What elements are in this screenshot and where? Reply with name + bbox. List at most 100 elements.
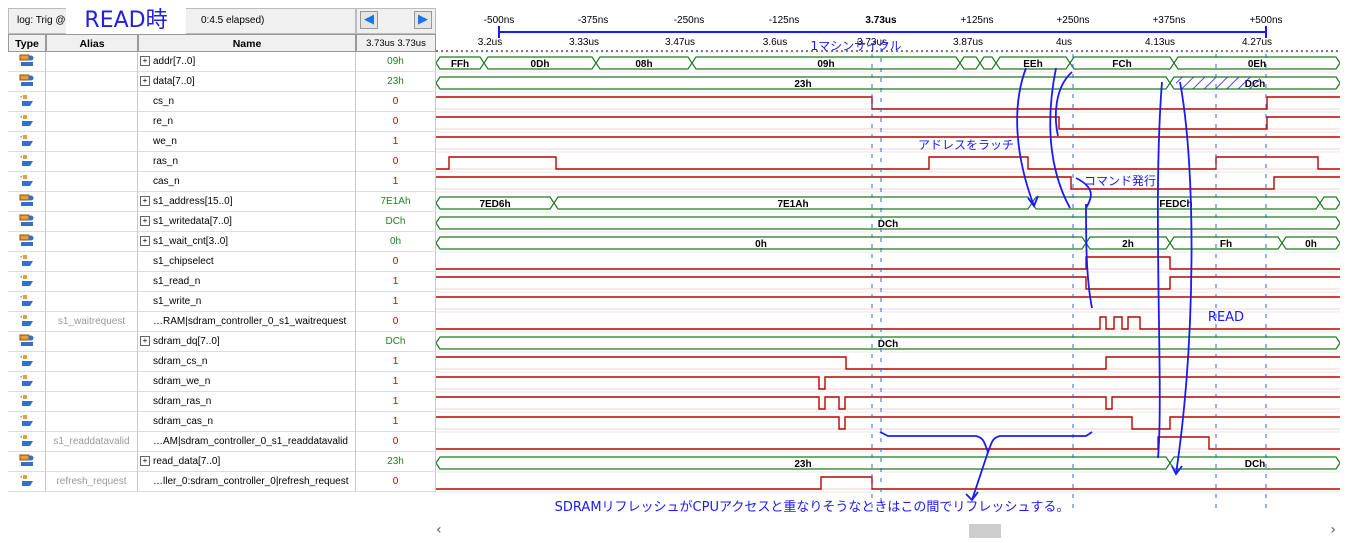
output-pin-icon: * (8, 392, 46, 412)
scroll-thumb[interactable] (969, 524, 1001, 538)
signal-name-label: …RAM|sdram_controller_0_s1_waitrequest (153, 316, 347, 327)
signal-name[interactable]: …ller_0:sdram_controller_0|refresh_reque… (138, 472, 356, 492)
expand-icon[interactable]: + (140, 216, 150, 227)
bus-value-label: FEDCh (1159, 199, 1192, 210)
waveform-pane[interactable]: -500ns -375ns -250ns -125ns 3.73us +125ns +250… (436, 8, 1340, 522)
register-bus-icon (8, 212, 46, 232)
signal-alias (46, 232, 138, 252)
signal-name-label: …AM|sdram_controller_0_s1_readdatavalid (153, 436, 348, 447)
scroll-right-icon[interactable]: › (1330, 522, 1336, 538)
expand-icon[interactable]: + (140, 236, 150, 247)
signal-name-label: s1_writedata[7..0] (153, 216, 232, 227)
time-ruler-relative-label: -125ns (769, 15, 800, 26)
signal-value: 0 (356, 252, 436, 272)
time-ruler-relative-label: +375ns (1152, 15, 1185, 26)
refresh-arrowhead (965, 491, 979, 502)
bus-value-label: 09h (817, 59, 834, 70)
signal-name[interactable]: cs_n (138, 92, 356, 112)
bit-waveform (436, 156, 1340, 170)
signal-name-label: s1_wait_cnt[3..0] (153, 236, 229, 247)
signal-name[interactable]: re_n (138, 112, 356, 132)
signal-name[interactable]: + read_data[7..0] (138, 452, 356, 472)
expand-icon[interactable]: + (140, 456, 150, 467)
signal-name[interactable]: sdram_ras_n (138, 392, 356, 412)
arrow-left-icon[interactable]: ◀ (360, 11, 378, 29)
signal-name[interactable]: ras_n (138, 152, 356, 172)
signal-name[interactable]: cas_n (138, 172, 356, 192)
output-pin-icon: * (8, 292, 46, 312)
time-ruler-absolute-label: 4.13us (1145, 37, 1175, 48)
bit-waveform (436, 416, 1340, 430)
output-pin-icon: * (8, 252, 46, 272)
col-alias-header[interactable]: Alias (46, 34, 138, 52)
col-name-header[interactable]: Name (138, 34, 356, 52)
bus-value-label: 7E1Ah (777, 199, 808, 210)
output-pin-icon: * (8, 432, 46, 452)
signal-name[interactable]: + s1_address[15..0] (138, 192, 356, 212)
bus-segment (979, 56, 997, 70)
refresh-note-label: SDRAMリフレッシュがCPUアクセスと重なりそうなときはこの間でリフレッシュす… (555, 499, 1070, 515)
output-pin-icon: * (8, 112, 46, 132)
signal-value: DCh (356, 332, 436, 352)
signal-name[interactable]: sdram_we_n (138, 372, 356, 392)
bus-value-label: 0Dh (531, 59, 550, 70)
signal-name[interactable]: s1_read_n (138, 272, 356, 292)
signal-name[interactable]: s1_write_n (138, 292, 356, 312)
signal-name[interactable]: + sdram_dq[7..0] (138, 332, 356, 352)
signal-name[interactable]: + data[7..0] (138, 72, 356, 92)
signal-value: 0h (356, 232, 436, 252)
col-type-header[interactable]: Type (8, 34, 46, 52)
bus-value-label: 0h (1305, 239, 1317, 250)
output-pin-icon: * (8, 132, 46, 152)
arrow-right-icon[interactable]: ▶ (414, 11, 432, 29)
bit-waveform (436, 116, 1340, 130)
signal-name[interactable]: …RAM|sdram_controller_0_s1_waitrequest (138, 312, 356, 332)
signal-name[interactable]: + addr[7..0] (138, 52, 356, 72)
refresh-brace-arrow (971, 451, 989, 501)
signal-name-label: cas_n (153, 176, 180, 187)
scroll-left-icon[interactable]: ‹ (436, 522, 442, 538)
signal-name[interactable]: …AM|sdram_controller_0_s1_readdatavalid (138, 432, 356, 452)
output-pin-icon: * (8, 352, 46, 372)
bit-waveform (436, 436, 1340, 450)
output-pin-icon: * (8, 272, 46, 292)
expand-icon[interactable]: + (140, 336, 150, 347)
signal-name-label: ras_n (153, 156, 179, 167)
signal-name[interactable]: s1_chipselect (138, 252, 356, 272)
horizontal-scrollbar[interactable]: ‹ › (436, 522, 1340, 538)
output-pin-icon: * (8, 172, 46, 192)
signal-alias (46, 92, 138, 112)
signal-name-label: addr[7..0] (153, 56, 196, 67)
signal-name[interactable]: + s1_wait_cnt[3..0] (138, 232, 356, 252)
signal-name[interactable]: sdram_cs_n (138, 352, 356, 372)
read-arrow (1175, 81, 1193, 475)
signal-alias (46, 332, 138, 352)
signal-alias (46, 392, 138, 412)
expand-icon[interactable]: + (140, 196, 150, 207)
input-bus-icon (8, 52, 46, 72)
expand-icon[interactable]: + (140, 56, 150, 67)
col-value-header[interactable]: 3.73us 3.73us (356, 34, 436, 52)
signal-alias (46, 152, 138, 172)
bit-waveform (436, 396, 1340, 410)
time-ruler-relative-label: 3.73us (865, 15, 897, 26)
log-trigger-text: log: Trig @ (17, 15, 66, 26)
output-pin-icon: * (8, 412, 46, 432)
expand-icon[interactable]: + (140, 76, 150, 87)
time-ruler-absolute-label: 3.33us (569, 37, 599, 48)
signal-name[interactable]: we_n (138, 132, 356, 152)
signal-name[interactable]: + s1_writedata[7..0] (138, 212, 356, 232)
bit-waveform (436, 316, 1340, 330)
signal-alias (46, 252, 138, 272)
bus-segment (1319, 196, 1340, 210)
signal-name[interactable]: sdram_cas_n (138, 412, 356, 432)
signal-value: 1 (356, 372, 436, 392)
read-label: READ (1208, 310, 1244, 325)
time-ruler-absolute-label: 3.47us (665, 37, 695, 48)
time-ruler-absolute-label: 3.87us (953, 37, 983, 48)
signal-alias (46, 172, 138, 192)
bus-value-label: 23h (794, 79, 811, 90)
bus-value-label: 2h (1122, 239, 1134, 250)
time-ruler-absolute-label: 4.27us (1242, 37, 1272, 48)
signal-name-label: s1_write_n (153, 296, 202, 307)
